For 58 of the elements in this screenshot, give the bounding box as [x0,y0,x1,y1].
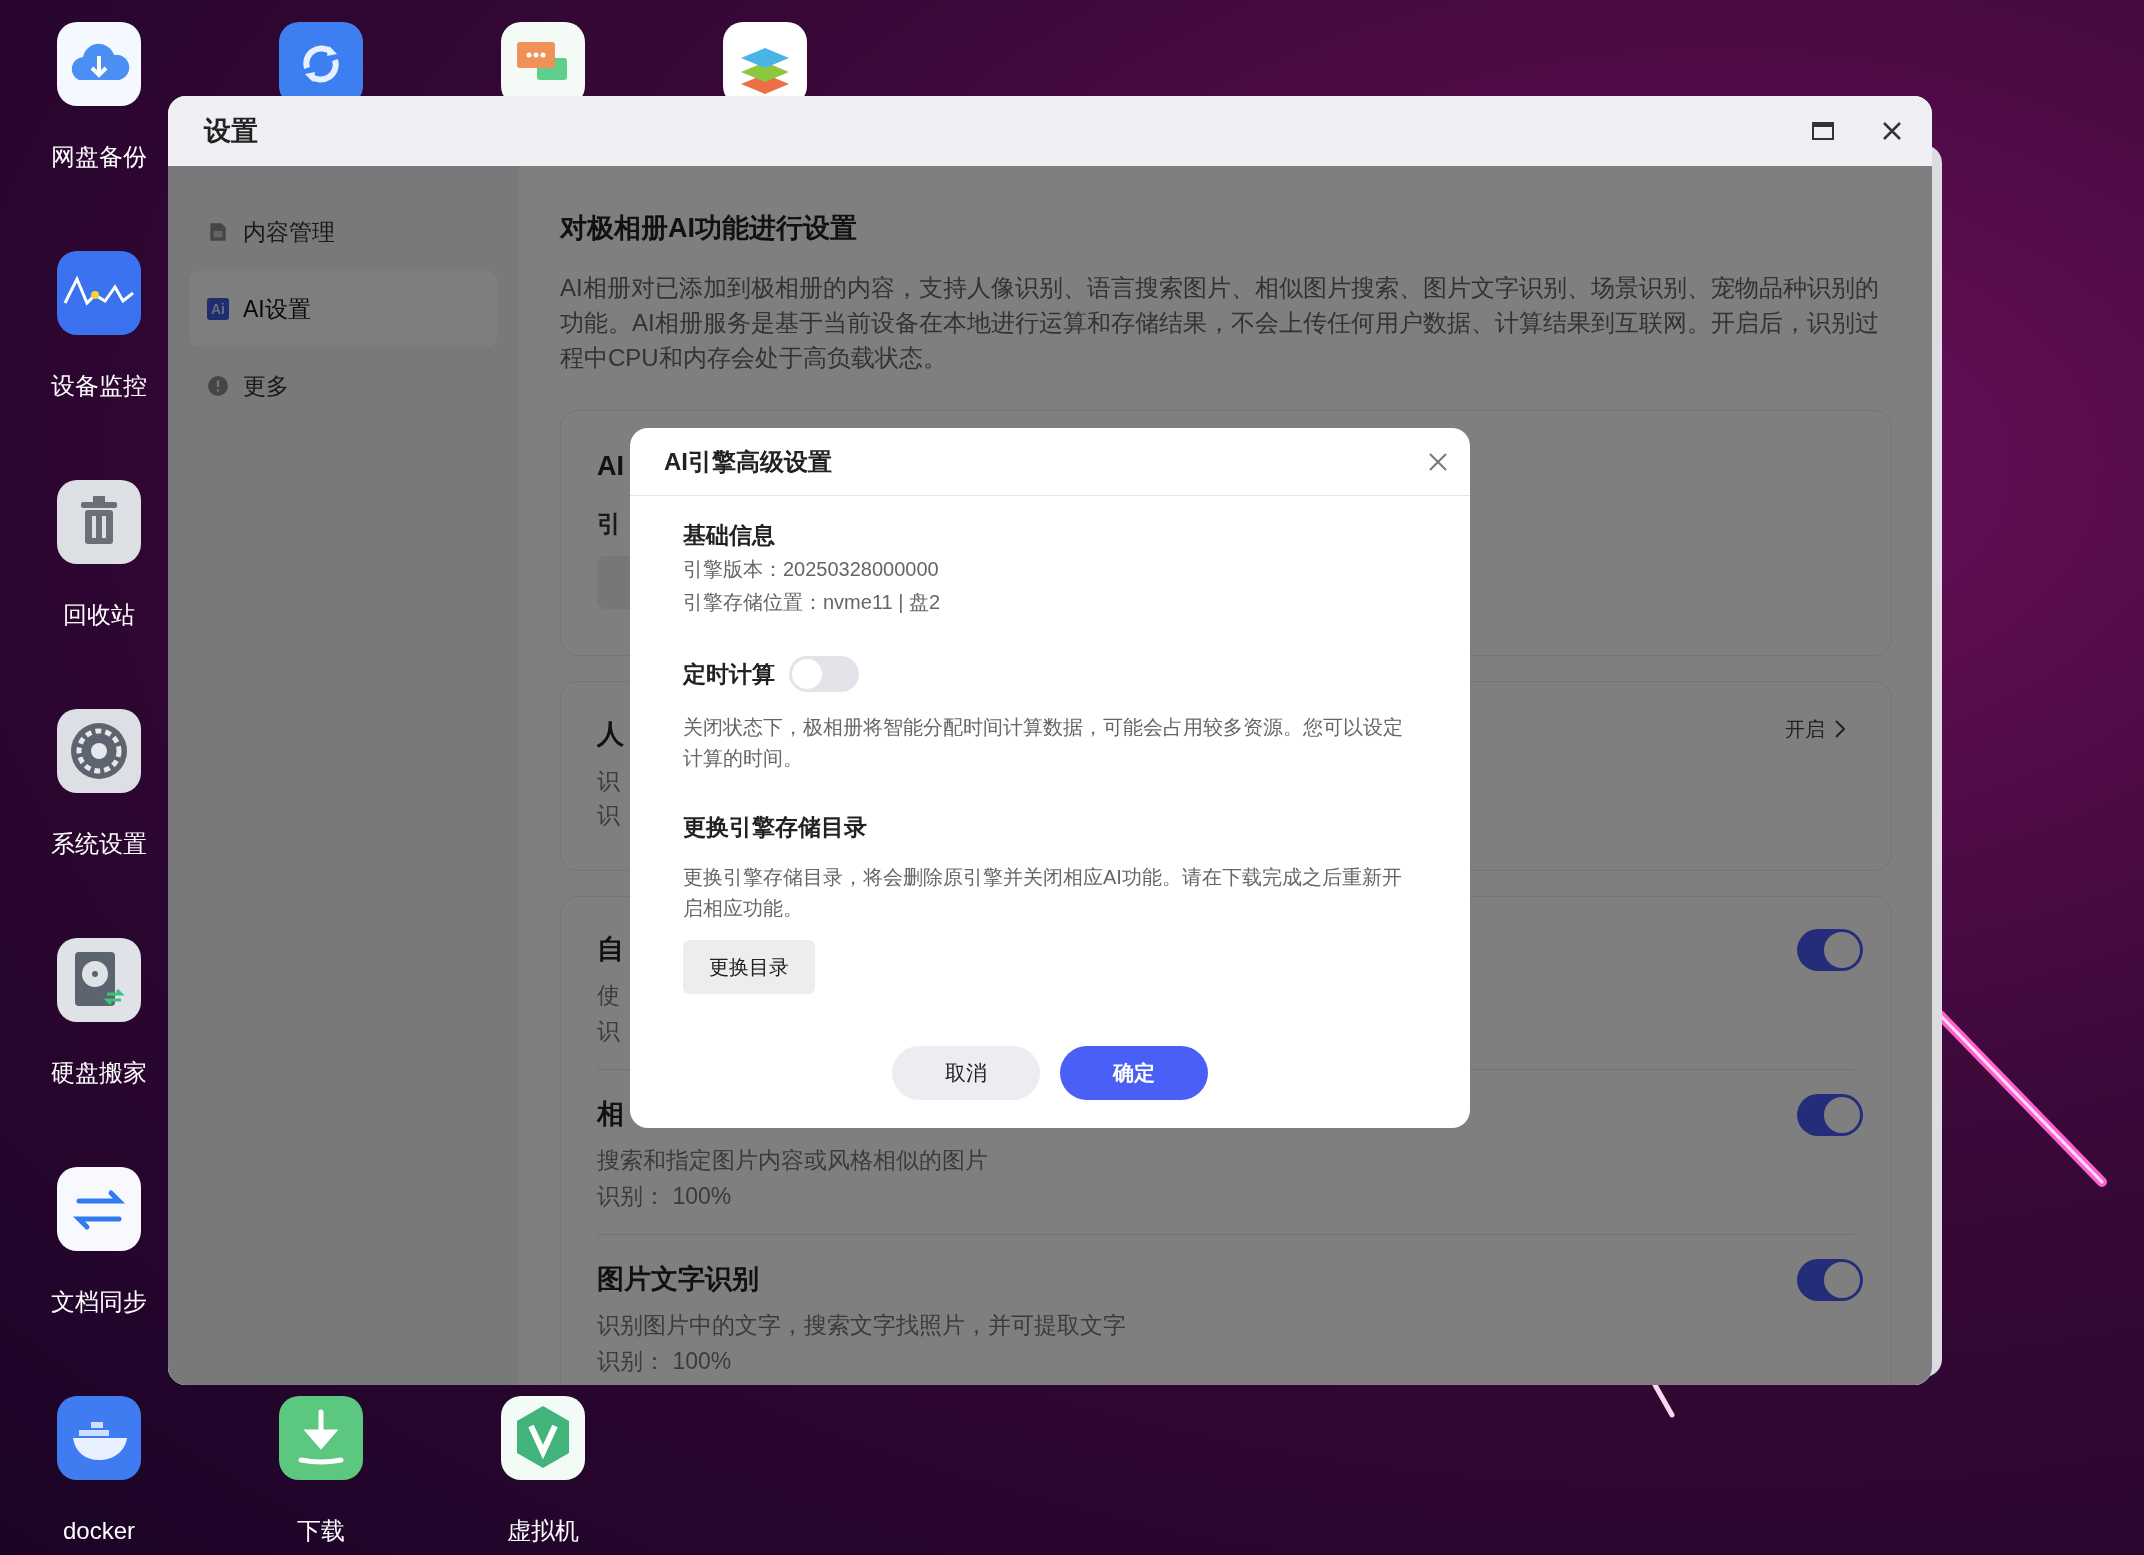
ai-icon: Ai [207,298,229,320]
page-title: 对极相册AI功能进行设置 [560,212,858,245]
card-subtitle: 引 [597,509,621,539]
sidebar-item[interactable]: Ai AI设置 [189,271,497,347]
app-label[interactable]: 文档同步 [51,1286,147,1318]
dialog-title: AI引擎高级设置 [664,446,833,477]
feature-title: 自 [597,933,624,966]
whale-icon [57,1396,141,1480]
app-label[interactable]: 虚拟机 [507,1515,579,1547]
info-text: 引擎版本：20250328000000 [683,557,940,582]
enable-link[interactable]: 开启 [1785,714,1845,744]
cloud-download-icon [57,22,141,106]
close-icon[interactable] [1882,121,1902,141]
trash-icon [57,480,141,564]
app-label[interactable]: 网盘备份 [51,141,147,173]
feature-title: 图片文字识别 [597,1263,759,1296]
swap-arrows-icon [57,1167,141,1251]
toggle-switch[interactable] [789,656,859,692]
info-icon [207,375,229,397]
card-title: 人 [597,718,624,751]
app-label[interactable]: docker [62,1515,135,1547]
chevron-right-icon [1835,720,1845,738]
card-text: 识 [597,801,620,830]
cancel-button[interactable]: 取消 [892,1046,1040,1100]
feature-text: 识别图片中的文字，搜索文字找照片，并可提取文字 [597,1311,1126,1340]
window-title: 设置 [204,114,259,148]
page-description: AI相册对已添加到极相册的内容，支持人像识别、语言搜索图片、相似图片搜索、图片文字识别、场景识别、宠物品种识别的功能。AI相册服务是基于当前设备在本地进行运算和存储结果，不会上传任何用户数据、计算结果到互联网。开启后，识别过程中CPU和内存会处于高负载状态。 [560,273,1880,373]
feature-text: 搜索和指定图片内容或风格相似的图片 [597,1146,988,1175]
gear-icon [57,709,141,793]
app-label[interactable]: 设备监控 [51,370,147,402]
section-description: 更换引擎存储目录，将会删除原引擎并关闭相应AI功能。请在下载完成之后重新开启相应功能。 [683,865,1403,921]
card-title: AI [597,450,624,483]
info-text: 引擎存储位置：nvme11 | 盘2 [683,590,942,615]
feature-text: 使 [597,981,620,1010]
app-label[interactable]: 硬盘搬家 [51,1057,147,1089]
toggle-switch[interactable] [1797,1094,1863,1136]
app-label[interactable]: 回收站 [63,599,135,631]
app-label[interactable]: 系统设置 [51,828,147,860]
pulse-chart-icon [57,251,141,335]
app-label[interactable]: 下载 [297,1515,345,1547]
confirm-button[interactable]: 确定 [1060,1046,1208,1100]
section-heading: 更换引擎存储目录 [683,813,868,842]
document-icon [207,221,229,243]
feature-text: 识别： 100% [597,1347,732,1376]
section-heading: 基础信息 [683,521,776,550]
maximize-icon[interactable] [1812,122,1834,140]
toggle-switch[interactable] [1797,929,1863,971]
feature-title: 相 [597,1098,624,1131]
toggle-switch[interactable] [1797,1259,1863,1301]
feature-text: 识别： 100% [597,1182,732,1211]
section-heading: 定时计算 [683,660,775,689]
sidebar-item[interactable]: 更多 [189,348,497,424]
section-description: 关闭状态下，极相册将智能分配时间计算数据，可能会占用较多资源。您可以设定计算的时间。 [683,715,1404,771]
download-icon [279,1396,363,1480]
card-text: 识 [597,767,620,796]
sidebar-item[interactable]: 内容管理 [189,194,497,270]
feature-text: 识 [597,1017,620,1046]
change-directory-button[interactable]: 更换目录 [683,940,815,994]
